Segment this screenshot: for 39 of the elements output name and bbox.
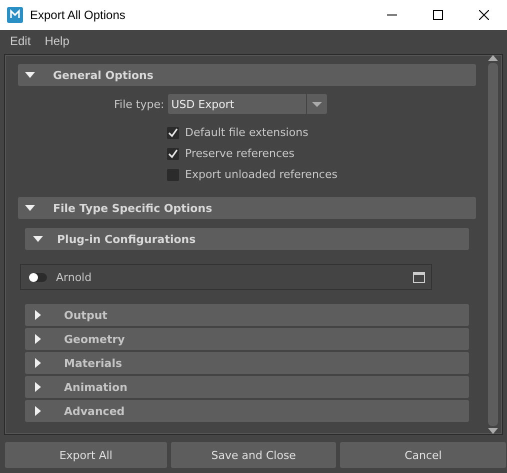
checkbox[interactable] [167,168,179,180]
dialog-button[interactable]: Save and Close [170,442,336,468]
collapsed-triangle-icon [33,358,43,368]
window-title: Export All Options [30,8,126,22]
scroll-up-icon[interactable] [488,55,498,61]
checkbox[interactable] [167,126,179,138]
checkbox-label: Preserve references [185,147,295,160]
collapsed-triangle-icon [33,382,43,392]
section-header[interactable]: Geometry [25,328,469,350]
collapsed-triangle-icon [33,310,43,320]
section-header[interactable]: File Type Specific Options [18,197,476,219]
field-label: File type: [114,98,164,110]
section-header[interactable]: Animation [25,376,469,398]
menu-item[interactable]: Help [38,34,76,48]
dialog-button[interactable]: Cancel [340,442,506,468]
checkbox[interactable] [167,148,179,160]
expanded-triangle-icon [25,203,35,213]
section-header[interactable]: Advanced [25,400,469,422]
close-icon[interactable] [479,10,489,20]
dialog-button[interactable]: Export All [5,442,167,468]
scroll-down-icon[interactable] [488,428,498,434]
section-header[interactable]: Output [25,304,469,326]
expanded-triangle-icon [33,234,43,244]
expanded-triangle-icon [25,70,35,80]
window-icon[interactable] [413,272,425,282]
maximize-icon[interactable] [433,10,443,20]
collapsed-triangle-icon [33,334,43,344]
toggle-switch[interactable] [29,272,47,282]
section-header[interactable]: Plug-in Configurations [25,228,469,250]
scrollbar-thumb[interactable] [488,63,498,426]
menu-item[interactable]: Edit [3,34,38,48]
section-header[interactable]: Materials [25,352,469,374]
collapsed-triangle-icon [33,406,43,416]
plugin-name: Arnold [56,270,93,284]
app-logo-icon [7,7,23,23]
section-header[interactable]: General Options [18,64,476,86]
file-type-dropdown[interactable]: USD Export [168,94,328,114]
checkbox-label: Export unloaded references [185,168,338,181]
checkbox-label: Default file extensions [185,126,308,139]
